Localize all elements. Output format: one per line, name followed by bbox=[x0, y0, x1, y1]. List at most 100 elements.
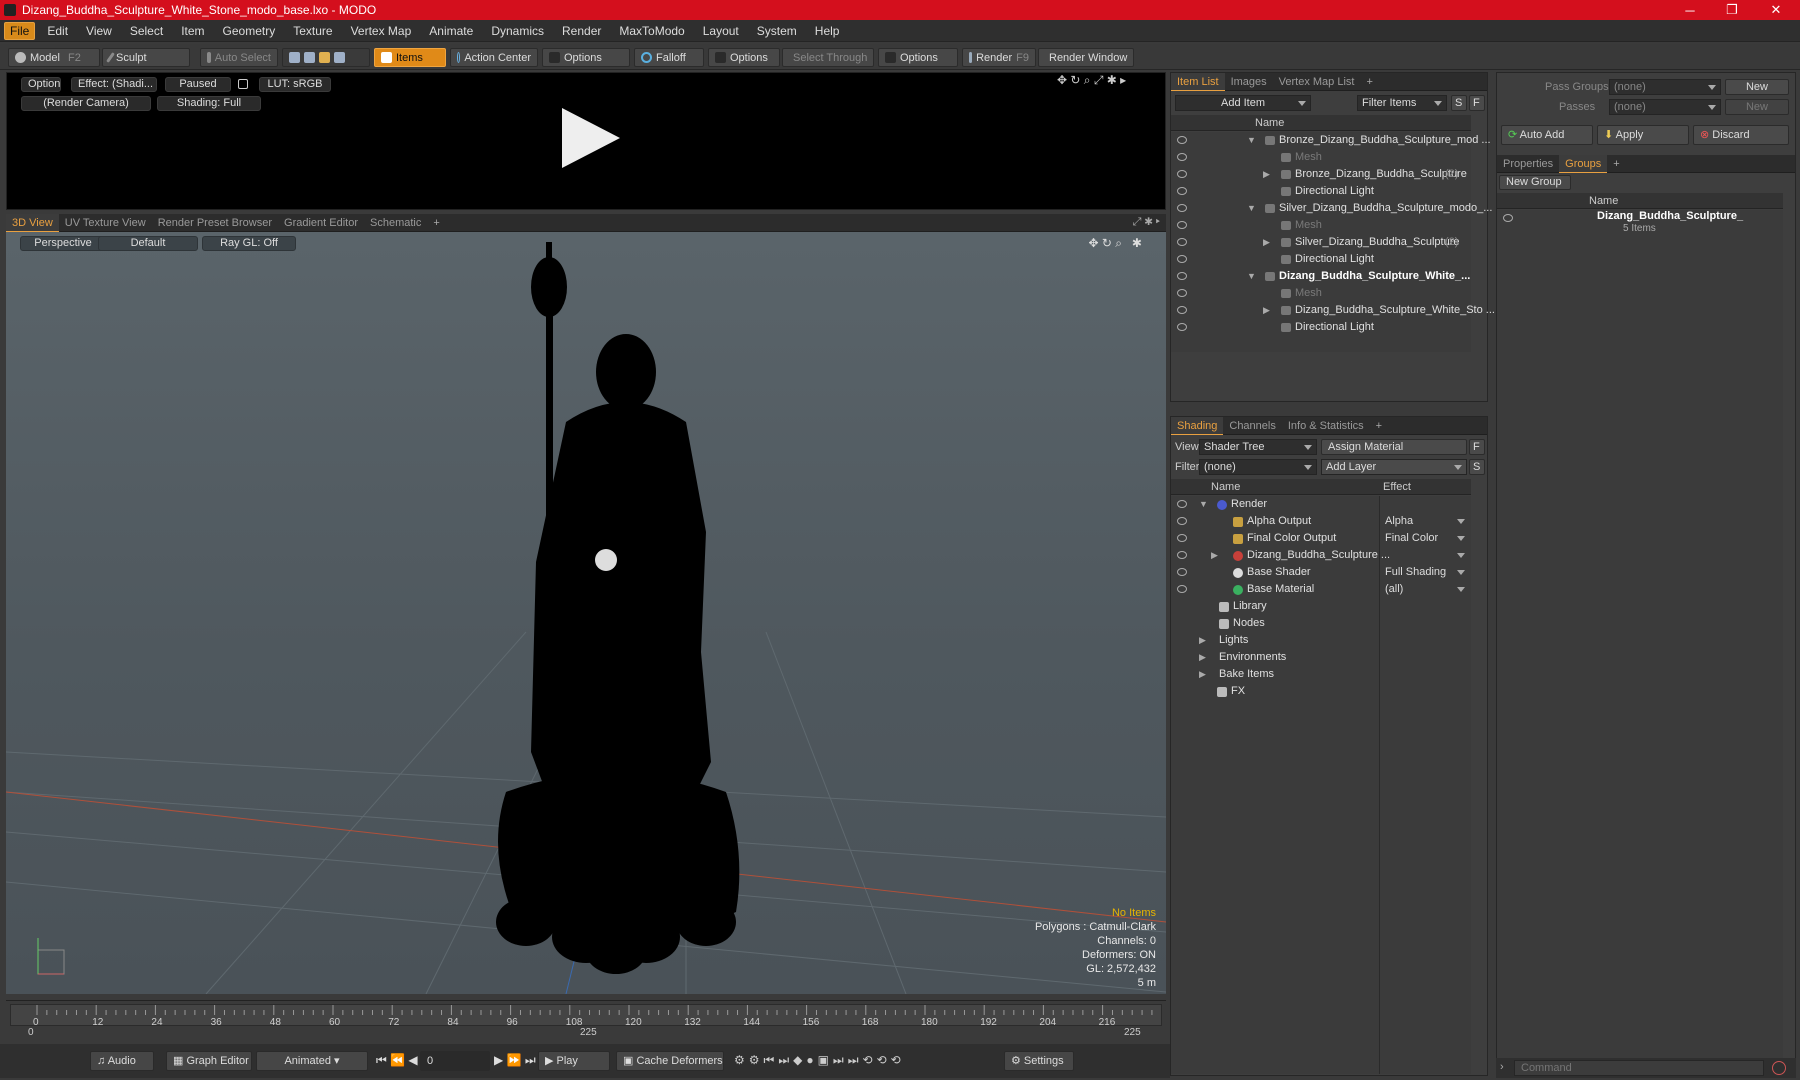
menu-file[interactable]: File bbox=[4, 21, 36, 40]
shader-tree-row[interactable]: ▶ Bake Items bbox=[1171, 666, 1471, 683]
visibility-eye-icon[interactable] bbox=[1177, 238, 1187, 246]
play-button[interactable]: ▶ Play bbox=[538, 1051, 610, 1071]
item-list-row[interactable]: Mesh bbox=[1171, 217, 1471, 234]
menu-view[interactable]: View bbox=[77, 20, 121, 42]
visibility-eye-icon[interactable] bbox=[1177, 272, 1187, 280]
menu-dynamics[interactable]: Dynamics bbox=[482, 20, 553, 42]
tab-uv-texture-view[interactable]: UV Texture View bbox=[59, 214, 152, 232]
preview-lut-dropdown[interactable]: LUT: sRGB bbox=[259, 77, 331, 92]
visibility-eye-icon[interactable] bbox=[1177, 551, 1187, 559]
lock-icon[interactable] bbox=[238, 79, 248, 89]
edges-mode-icon[interactable] bbox=[304, 52, 315, 63]
visibility-eye-icon[interactable] bbox=[1177, 585, 1187, 593]
current-frame-field[interactable]: 0 bbox=[420, 1051, 490, 1071]
visibility-eye-icon[interactable] bbox=[1177, 170, 1187, 178]
passes-dropdown[interactable]: (none) bbox=[1609, 99, 1721, 115]
expand-arrow-icon[interactable]: ▼ bbox=[1247, 132, 1256, 149]
vertices-mode-icon[interactable] bbox=[289, 52, 300, 63]
close-button[interactable]: ✕ bbox=[1756, 0, 1796, 20]
shader-effect-dropdown[interactable]: Final Color bbox=[1381, 531, 1469, 547]
assign-material-button[interactable]: Assign Material bbox=[1321, 439, 1467, 455]
visibility-eye-icon[interactable] bbox=[1177, 517, 1187, 525]
expand-arrow-icon[interactable]: ▶ bbox=[1263, 302, 1270, 319]
timeline[interactable]: 0 12 24 36 48 60 72 84 96 108 120 132 144 156 168 180 19… bbox=[6, 1000, 1166, 1038]
action-center-options-button[interactable]: Options bbox=[542, 48, 630, 67]
auto-select-button[interactable]: Auto Select bbox=[200, 48, 278, 67]
sculpt-mode-button[interactable]: Sculpt bbox=[102, 48, 190, 67]
add-tab-button[interactable]: + bbox=[1607, 155, 1625, 173]
render-button[interactable]: Render F9 bbox=[962, 48, 1036, 67]
visibility-eye-icon[interactable] bbox=[1177, 568, 1187, 576]
visibility-eye-icon[interactable] bbox=[1177, 187, 1187, 195]
tab-3d-view[interactable]: 3D View bbox=[6, 213, 59, 232]
expand-arrow-icon[interactable]: ▼ bbox=[1247, 200, 1256, 217]
menu-render[interactable]: Render bbox=[553, 20, 610, 42]
tab-render-preset-browser[interactable]: Render Preset Browser bbox=[152, 214, 278, 232]
visibility-eye-icon[interactable] bbox=[1177, 255, 1187, 263]
graph-editor-button[interactable]: ▦ Graph Editor bbox=[166, 1051, 252, 1071]
add-layer-dropdown[interactable]: Add Layer bbox=[1321, 459, 1467, 475]
discard-button[interactable]: ⊗ Discard bbox=[1693, 125, 1789, 145]
expand-arrow-icon[interactable]: ▼ bbox=[1199, 496, 1208, 513]
menu-edit[interactable]: Edit bbox=[38, 20, 77, 42]
menu-layout[interactable]: Layout bbox=[694, 20, 748, 42]
audio-button[interactable]: ♫ Audio bbox=[90, 1051, 154, 1071]
command-input[interactable] bbox=[1514, 1060, 1764, 1076]
cache-deformers-button[interactable]: ▣ Cache Deformers bbox=[616, 1051, 724, 1071]
action-center-button[interactable]: Action Center bbox=[450, 48, 538, 67]
add-item-dropdown[interactable]: Add Item bbox=[1175, 95, 1311, 111]
preview-options-button[interactable]: Options bbox=[21, 77, 61, 92]
tab-channels[interactable]: Channels bbox=[1223, 417, 1281, 435]
filter-f-button[interactable]: F bbox=[1469, 95, 1485, 111]
viewport-panel-options-icon[interactable]: ⤢ ✱ ▸ bbox=[1133, 216, 1160, 229]
tab-schematic[interactable]: Schematic bbox=[364, 214, 427, 232]
tab-groups[interactable]: Groups bbox=[1559, 154, 1608, 173]
shader-tree-row[interactable]: Base Material (all) bbox=[1171, 581, 1471, 598]
expand-arrow-icon[interactable]: ▶ bbox=[1199, 632, 1206, 649]
auto-add-button[interactable]: ⟳ Auto Add bbox=[1501, 125, 1593, 145]
menu-help[interactable]: Help bbox=[806, 20, 849, 42]
tab-properties[interactable]: Properties bbox=[1497, 155, 1559, 173]
animated-dropdown[interactable]: Animated ▾ bbox=[256, 1051, 368, 1071]
menu-select[interactable]: Select bbox=[121, 20, 172, 42]
shader-tree-row[interactable]: Nodes bbox=[1171, 615, 1471, 632]
menu-geometry[interactable]: Geometry bbox=[214, 20, 285, 42]
shader-tree-row[interactable]: ▶ Dizang_Buddha_Sculpture ... bbox=[1171, 547, 1471, 564]
shader-effect-dropdown[interactable]: Full Shading bbox=[1381, 565, 1469, 581]
item-list-row[interactable]: ▶ Silver_Dizang_Buddha_Sculpture (2) bbox=[1171, 234, 1471, 251]
item-list-row[interactable]: ▼ Bronze_Dizang_Buddha_Sculpture_mod ... bbox=[1171, 132, 1491, 149]
menu-system[interactable]: System bbox=[748, 20, 806, 42]
expand-arrow-icon[interactable]: ▶ bbox=[1199, 649, 1206, 666]
maximize-button[interactable]: ❐ bbox=[1712, 0, 1752, 20]
falloff-button[interactable]: Falloff bbox=[634, 48, 704, 67]
polygons-mode-icon[interactable] bbox=[319, 52, 330, 63]
tab-gradient-editor[interactable]: Gradient Editor bbox=[278, 214, 364, 232]
items-mode-button[interactable]: Items bbox=[374, 48, 446, 67]
preview-nav-icons[interactable]: ✥ ↻ ⌕ ⤢ ✱ ▸ bbox=[1057, 73, 1126, 88]
3d-viewport[interactable]: Perspective Default Ray GL: Off ✥ ↻ ⌕ ✱ … bbox=[6, 232, 1166, 994]
select-through-options-button[interactable]: Options bbox=[878, 48, 958, 67]
record-macro-icon[interactable] bbox=[1772, 1061, 1786, 1075]
shader-tree-row[interactable]: Library bbox=[1171, 598, 1471, 615]
expand-arrow-icon[interactable]: ▶ bbox=[1263, 166, 1270, 183]
tab-item-list[interactable]: Item List bbox=[1171, 72, 1225, 91]
filter-s-button[interactable]: S bbox=[1451, 95, 1467, 111]
visibility-eye-icon[interactable] bbox=[1177, 500, 1187, 508]
visibility-eye-icon[interactable] bbox=[1177, 289, 1187, 297]
tab-vertex-map-list[interactable]: Vertex Map List bbox=[1273, 73, 1361, 91]
tab-info-statistics[interactable]: Info & Statistics bbox=[1282, 417, 1370, 435]
item-list-row[interactable]: Directional Light bbox=[1171, 319, 1471, 336]
group-row[interactable]: Dizang_Buddha_Sculpture_ 5 Items bbox=[1497, 210, 1783, 240]
timeline-ruler[interactable]: 0 12 24 36 48 60 72 84 96 108 120 132 144 156 168 180 19… bbox=[10, 1004, 1162, 1028]
item-list-row[interactable]: Directional Light bbox=[1171, 183, 1471, 200]
default-dropdown[interactable]: Default bbox=[98, 236, 198, 251]
preview-shading-dropdown[interactable]: Shading: Full bbox=[157, 96, 261, 111]
shader-tree-row[interactable]: ▶ Environments bbox=[1171, 649, 1471, 666]
preview-camera-dropdown[interactable]: (Render Camera) bbox=[21, 96, 151, 111]
perspective-dropdown[interactable]: Perspective bbox=[20, 236, 106, 251]
select-through-button[interactable]: Select Through bbox=[782, 48, 874, 67]
visibility-eye-icon[interactable] bbox=[1177, 306, 1187, 314]
new-group-button[interactable]: New Group bbox=[1499, 175, 1571, 190]
shader-tree-row[interactable]: ▼ Render bbox=[1171, 496, 1471, 513]
item-list-row[interactable]: ▶ Dizang_Buddha_Sculpture_White_Sto ... bbox=[1171, 302, 1495, 319]
